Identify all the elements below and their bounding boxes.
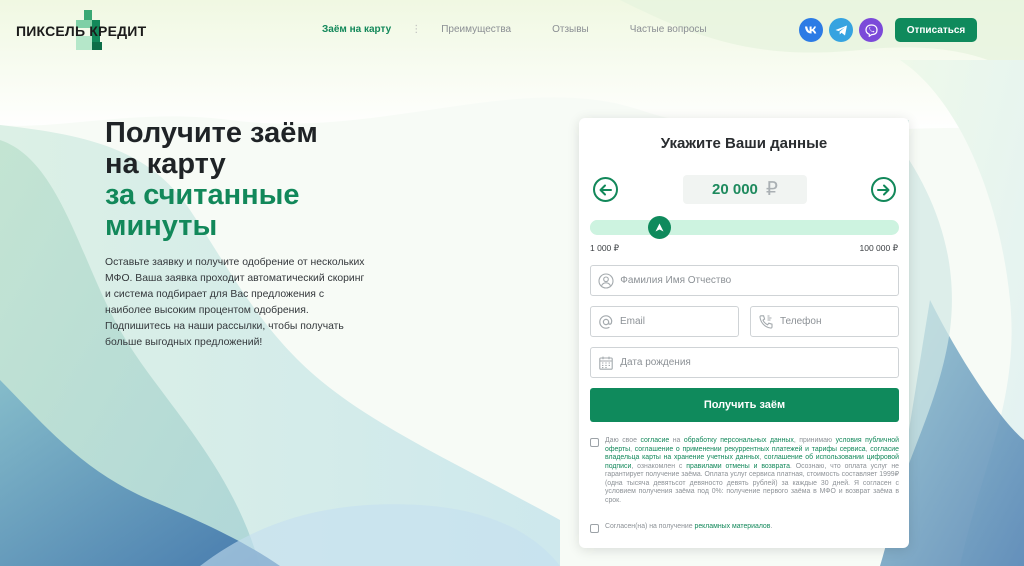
- amount-slider[interactable]: [590, 216, 899, 239]
- birth-date-input[interactable]: [620, 357, 898, 368]
- slider-thumb[interactable]: [648, 216, 671, 239]
- vk-icon[interactable]: [799, 18, 823, 42]
- consent-text: Даю свое: [605, 437, 641, 444]
- logo[interactable]: ПИКСЕЛЬ КРЕДИТ: [16, 10, 156, 52]
- amount-value: 20 000: [712, 181, 758, 198]
- hero-title-line4: минуты: [105, 210, 218, 242]
- hero-title-line3: за считанные: [105, 179, 300, 211]
- nav-item-loan-to-card[interactable]: Заём на карту: [322, 24, 391, 35]
- ads-consent: Согласен(на) на получение рекламных мате…: [590, 523, 899, 533]
- increase-amount-button[interactable]: [871, 177, 896, 202]
- hero-description: Оставьте заявку и получите одобрение от …: [105, 257, 365, 348]
- logo-text: ПИКСЕЛЬ КРЕДИТ: [16, 23, 147, 39]
- consent-text: .: [770, 523, 773, 530]
- form-title: Укажите Ваши данные: [660, 135, 828, 152]
- nav-item-reviews[interactable]: Отзывы: [552, 24, 589, 35]
- get-loan-button[interactable]: Получить заём: [590, 388, 899, 422]
- unsubscribe-button[interactable]: Отписаться: [895, 18, 977, 42]
- ads-checkbox[interactable]: [590, 524, 599, 533]
- terms-checkbox[interactable]: [590, 438, 599, 447]
- calendar-icon: [598, 354, 614, 372]
- slider-arrow-icon: [655, 223, 664, 232]
- hero-title: Получите заём на карту за считанные мину…: [105, 118, 405, 242]
- consent-link[interactable]: согласие: [640, 437, 669, 444]
- amount-display[interactable]: 20 000 ₽: [683, 175, 807, 204]
- at-sign-icon: [598, 313, 614, 331]
- phone-input[interactable]: [780, 316, 898, 327]
- main-nav: Заём на карту ⋮ Преимущества Отзывы Част…: [322, 24, 707, 35]
- loan-form-card: Укажите Ваши данные 20 000 ₽ 1 000 ₽ 100…: [579, 118, 909, 548]
- hero-title-line2: на карту: [105, 148, 226, 180]
- consent-text: на: [669, 437, 684, 444]
- email-field[interactable]: [590, 306, 739, 337]
- phone-icon: [758, 313, 774, 331]
- consent-text: , принимаю: [793, 437, 836, 444]
- recurrent-payments-link[interactable]: соглашение о применении рекуррентных пла…: [635, 446, 866, 453]
- personal-data-link[interactable]: обработку персональных данных: [684, 437, 794, 444]
- site-header: ПИКСЕЛЬ КРЕДИТ Заём на карту ⋮ Преимущес…: [0, 0, 1024, 60]
- arrow-left-icon: [599, 184, 612, 195]
- viber-icon[interactable]: [859, 18, 883, 42]
- ad-materials-link[interactable]: рекламных материалов: [695, 523, 771, 530]
- social-links: [799, 18, 883, 42]
- decrease-amount-button[interactable]: [593, 177, 618, 202]
- hero-title-line1: Получите заём: [105, 117, 318, 149]
- consent-text: Согласен(на) на получение: [605, 523, 695, 530]
- nav-item-faq[interactable]: Частые вопросы: [630, 24, 707, 35]
- terms-consent-text: Даю свое согласие на обработку персональ…: [605, 437, 899, 505]
- terms-consent: Даю свое согласие на обработку персональ…: [590, 437, 899, 505]
- range-max-label: 100 000 ₽: [859, 243, 899, 253]
- phone-field[interactable]: [750, 306, 899, 337]
- hero-section: Получите заём на карту за считанные мину…: [105, 118, 405, 351]
- ads-consent-text: Согласен(на) на получение рекламных мате…: [605, 523, 772, 533]
- range-min-label: 1 000 ₽: [590, 243, 620, 253]
- consent-text: , ознакомлен с: [631, 462, 687, 470]
- nav-item-advantages[interactable]: Преимущества: [441, 24, 511, 35]
- refund-rules-link[interactable]: правилами отмены и возврата: [686, 463, 790, 470]
- user-icon: [598, 272, 614, 290]
- telegram-icon[interactable]: [829, 18, 853, 42]
- email-input[interactable]: [620, 316, 738, 327]
- full-name-input[interactable]: [620, 275, 898, 286]
- currency-symbol: ₽: [765, 179, 778, 200]
- birth-date-field[interactable]: [590, 347, 899, 378]
- nav-separator: ⋮: [411, 24, 422, 35]
- arrow-right-icon: [877, 184, 890, 195]
- full-name-field[interactable]: [590, 265, 899, 296]
